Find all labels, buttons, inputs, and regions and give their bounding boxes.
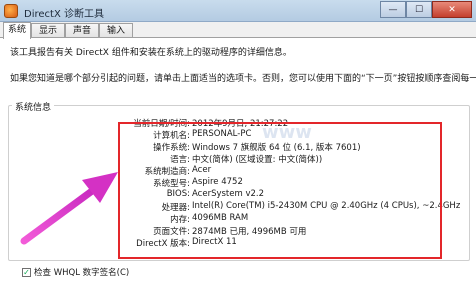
tab-system[interactable]: 系统 xyxy=(3,22,31,39)
whql-checkbox-row[interactable]: ✓ 检查 WHQL 数字签名(C) xyxy=(22,266,129,278)
tab-strip: 系统 显示 声音 输入 xyxy=(0,22,476,39)
window-title: DirectX 诊断工具 xyxy=(24,9,104,20)
tab-sound[interactable]: 声音 xyxy=(65,23,99,38)
whql-checkbox-label: 检查 WHQL 数字签名(C) xyxy=(34,268,130,278)
annotation-arrow-icon xyxy=(20,172,118,245)
maximize-button[interactable]: ☐ xyxy=(406,1,432,18)
system-tab-panel: 该工具报告有关 DirectX 组件和安装在系统上的驱动程序的详细信息。 如果您… xyxy=(0,37,476,284)
title-bar: DirectX 诊断工具 — ☐ ✕ xyxy=(0,0,476,22)
tab-display[interactable]: 显示 xyxy=(31,23,65,38)
minimize-button[interactable]: — xyxy=(380,1,406,18)
whql-checkbox[interactable]: ✓ xyxy=(22,267,31,277)
directx-app-icon xyxy=(4,4,18,18)
close-button[interactable]: ✕ xyxy=(432,1,472,18)
tab-input[interactable]: 输入 xyxy=(99,23,133,38)
window-controls: — ☐ ✕ xyxy=(380,1,472,18)
